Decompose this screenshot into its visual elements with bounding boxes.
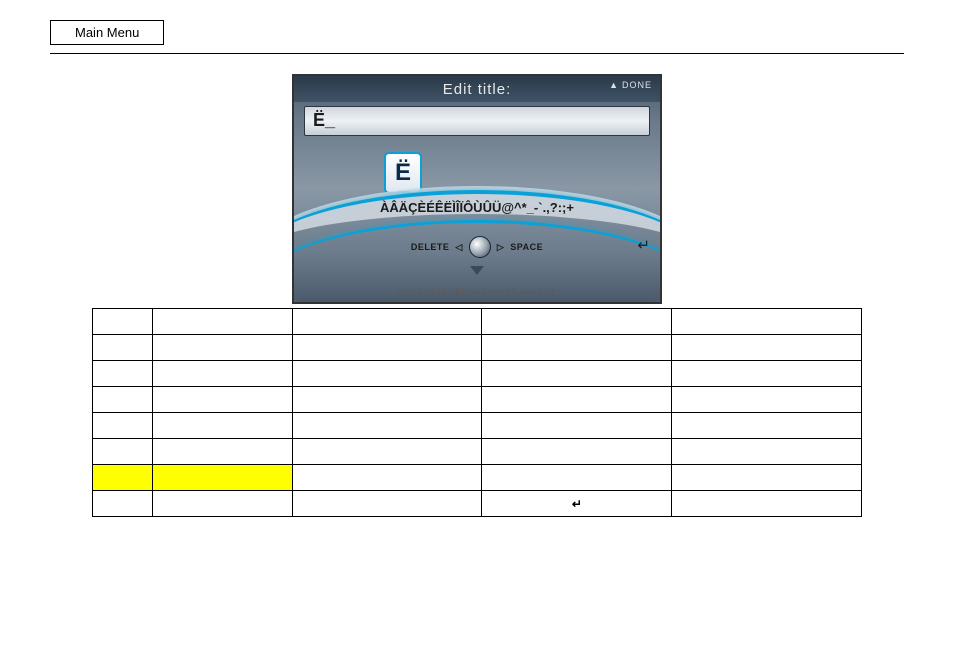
space-label: SPACE [510,242,543,252]
dial-icon[interactable] [469,236,491,258]
table-cell [152,361,292,387]
table-cell [152,491,292,517]
table-cell [292,465,482,491]
table-cell [152,439,292,465]
table-cell [152,309,292,335]
table-row [93,387,862,413]
table-cell [672,413,862,439]
divider [50,53,904,54]
table-cell-highlight [93,465,153,491]
table-cell [482,335,672,361]
arc-characters[interactable]: ÀÂÄÇÈÉÊËÌÎÏÔÙÛÜ@^*_-`.,?:;+ [294,200,660,215]
table-row [93,439,862,465]
right-triangle-icon[interactable]: ▷ [497,242,504,253]
table-cell [292,309,482,335]
table-row: ↵ [93,491,862,517]
table-cell [482,413,672,439]
table-row [93,361,862,387]
table-cell [482,309,672,335]
table-cell [93,439,153,465]
down-triangle-icon[interactable] [470,266,484,275]
table-cell [292,335,482,361]
device-title-bar: Edit title: ▲ DONE [294,76,660,102]
control-row: DELETE ◁ ▷ SPACE [294,236,660,258]
table-cell [292,439,482,465]
device-title: Edit title: [443,81,512,98]
table-cell [292,361,482,387]
done-label: DONE [622,80,652,90]
main-menu-label: Main Menu [75,25,139,40]
table-row [93,309,862,335]
table-cell [482,387,672,413]
table-cell [292,491,482,517]
table-cell [93,387,153,413]
table-row [93,335,862,361]
table-cell [672,439,862,465]
popup-key-char: Ë [395,159,411,187]
table-cell [93,491,153,517]
main-menu-button[interactable]: Main Menu [50,20,164,45]
table-cell-enter: ↵ [482,491,672,517]
character-table: ↵ [92,308,862,517]
title-input-field[interactable]: Ë_ [304,106,650,136]
table-cell [672,465,862,491]
enter-symbol: ↵ [572,497,582,511]
left-triangle-icon[interactable]: ◁ [455,242,462,253]
table-cell [482,361,672,387]
table-cell [93,309,153,335]
up-triangle-icon: ▲ [609,80,619,90]
table-row [93,413,862,439]
table-cell [152,335,292,361]
table-cell [292,387,482,413]
table-cell [93,361,153,387]
table-cell [152,387,292,413]
delete-label: DELETE [411,242,450,252]
table-cell [672,491,862,517]
title-input-value: Ë_ [313,110,335,130]
done-badge[interactable]: ▲ DONE [609,80,652,90]
table-cell [93,335,153,361]
table-cell [482,465,672,491]
table-cell [672,361,862,387]
table-row [93,465,862,491]
table-cell [152,413,292,439]
table-cell [292,413,482,439]
enter-icon[interactable]: ↵ [637,236,650,254]
table-cell [672,309,862,335]
device-screenshot: Edit title: ▲ DONE Ë_ Ë ÀÂÄÇÈÉÊËÌÎÏÔÙÛÜ@… [292,74,662,304]
table-cell [672,387,862,413]
table-cell [93,413,153,439]
table-cell [672,335,862,361]
table-cell [482,439,672,465]
bottom-alphabet[interactable]: abcdefghijklmnopqrstuvwxyz [294,287,660,298]
table-cell-highlight [152,465,292,491]
